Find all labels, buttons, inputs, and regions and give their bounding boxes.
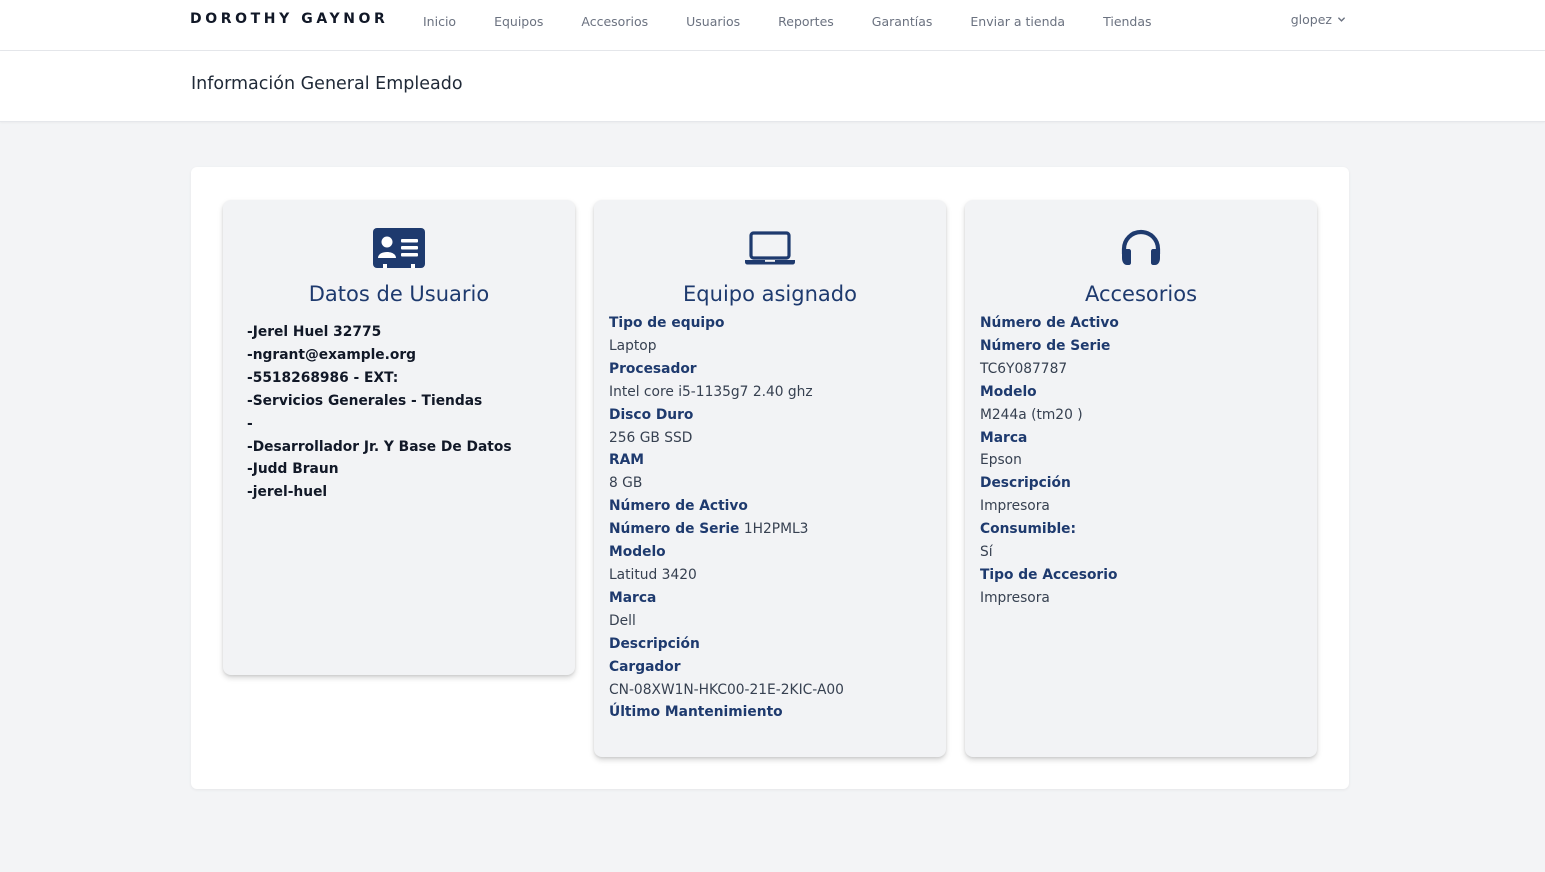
nav-link-usuarios[interactable]: Usuarios [686, 14, 740, 29]
brand-value: Dell [609, 612, 636, 629]
serial-number-row: Número de Serie 1H2PML3 [609, 518, 936, 541]
accessory-details: Número de Activo Número de Serie TC6Y087… [980, 312, 1307, 610]
page-header: Información General Empleado [0, 51, 1545, 122]
user-data-card: Datos de Usuario -Jerel Huel 32775 -ngra… [223, 200, 575, 675]
equipment-card-title: Equipo asignado [683, 282, 857, 306]
user-line-phone: -5518268986 - EXT: [247, 369, 399, 386]
nav-link-accesorios[interactable]: Accesorios [581, 14, 648, 29]
nav-link-equipos[interactable]: Equipos [494, 14, 543, 29]
accessory-serial-value: TC6Y087787 [980, 360, 1068, 377]
user-line-email: -ngrant@example.org [247, 346, 417, 363]
processor-value: Intel core i5-1135g7 2.40 ghz [609, 383, 813, 400]
user-line-empty: - [247, 415, 253, 432]
user-info-list: -Jerel Huel 32775 -ngrant@example.org -5… [247, 321, 565, 504]
user-line-name: -Jerel Huel 32775 [247, 324, 382, 340]
equipment-card: Equipo asignado Tipo de equipo Laptop Pr… [594, 200, 946, 757]
disk-label: Disco Duro [609, 406, 694, 423]
user-line-department: -Servicios Generales - Tiendas [247, 392, 483, 409]
user-name: glopez [1290, 12, 1332, 27]
nav-link-garantias[interactable]: Garantías [872, 14, 933, 29]
processor-label: Procesador [609, 360, 697, 377]
charger-label: Cargador [609, 658, 681, 675]
nav-link-tiendas[interactable]: Tiendas [1103, 14, 1151, 29]
accessory-description-value: Impresora [980, 498, 1050, 515]
brand-logo[interactable]: DOROTHY GAYNOR [190, 11, 388, 27]
charger-value: CN-08XW1N-HKC00-21E-2KIC-A00 [609, 681, 844, 698]
user-line-manager: -Judd Braun [247, 461, 339, 478]
equipment-type-value: Laptop [609, 337, 657, 354]
accessories-card-title: Accesorios [1084, 282, 1198, 306]
nav-link-inicio[interactable]: Inicio [423, 14, 456, 29]
accessory-brand-label: Marca [980, 429, 1028, 446]
ram-value: 8 GB [609, 475, 643, 492]
nav-link-reportes[interactable]: Reportes [778, 14, 834, 29]
user-line-username: -jerel-huel [247, 484, 328, 501]
brand-label: Marca [609, 589, 657, 606]
serial-number-label: Número de Serie [609, 521, 740, 538]
laptop-icon [742, 226, 798, 270]
accessory-brand-value: Epson [980, 452, 1022, 469]
accessory-asset-label: Número de Activo [980, 315, 1119, 331]
ram-label: RAM [609, 452, 645, 469]
description-label: Descripción [609, 635, 700, 652]
page-title: Información General Empleado [191, 74, 463, 94]
id-card-icon [371, 226, 427, 270]
disk-value: 256 GB SSD [609, 429, 693, 446]
model-label: Modelo [609, 544, 666, 561]
accessory-model-value: M244a (tm20 ) [980, 406, 1083, 423]
headphones-icon [1113, 226, 1169, 270]
accessory-type-label: Tipo de Accesorio [980, 566, 1118, 583]
accessory-serial-label: Número de Serie [980, 337, 1111, 354]
accessory-type-value: Impresora [980, 589, 1050, 606]
top-navbar: DOROTHY GAYNOR Inicio Equipos Accesorios… [0, 0, 1545, 51]
chevron-down-icon [1338, 17, 1345, 22]
last-maintenance-label: Último Mantenimiento [609, 704, 783, 721]
model-value: Latitud 3420 [609, 566, 697, 583]
user-line-position: -Desarrollador Jr. Y Base De Datos [247, 438, 512, 455]
accessory-description-label: Descripción [980, 475, 1071, 492]
accessories-card: Accesorios Número de Activo Número de Se… [965, 200, 1317, 757]
consumable-label: Consumible: [980, 521, 1077, 538]
user-menu-dropdown[interactable]: glopez [1291, 12, 1346, 27]
nav-links: Inicio Equipos Accesorios Usuarios Repor… [423, 0, 1190, 42]
equipment-details: Tipo de equipo Laptop Procesador Intel c… [609, 312, 936, 724]
asset-number-label: Número de Activo [609, 498, 748, 515]
user-card-title: Datos de Usuario [308, 282, 490, 306]
equipment-type-label: Tipo de equipo [609, 315, 725, 331]
serial-number-value: 1H2PML3 [743, 521, 809, 538]
content-panel: Datos de Usuario -Jerel Huel 32775 -ngra… [191, 167, 1349, 789]
nav-link-enviar-a-tienda[interactable]: Enviar a tienda [970, 14, 1065, 29]
accessory-model-label: Modelo [980, 383, 1037, 400]
consumable-value: Sí [980, 544, 993, 561]
